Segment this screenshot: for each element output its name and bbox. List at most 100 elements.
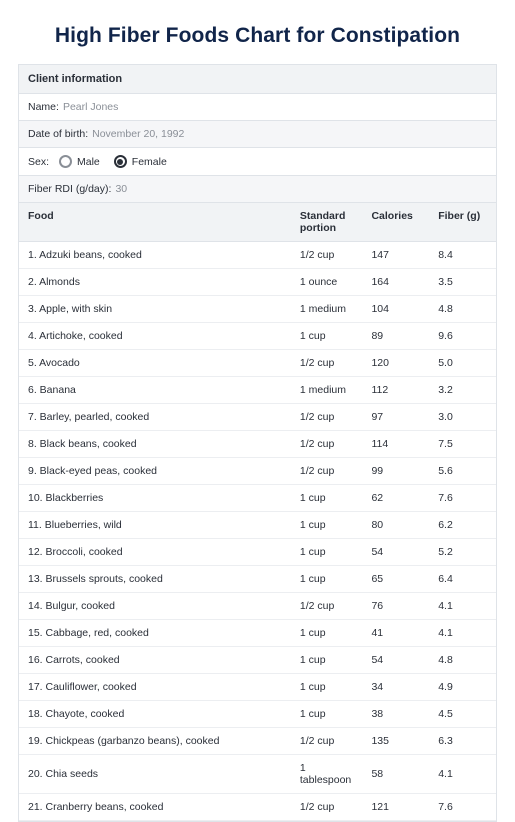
table-row: 16. Carrots, cooked1 cup544.8 <box>19 647 496 674</box>
cell-food: 20. Chia seeds <box>19 755 291 794</box>
cell-calories: 76 <box>362 593 429 620</box>
cell-calories: 120 <box>362 350 429 377</box>
cell-portion: 1/2 cup <box>291 350 363 377</box>
cell-fiber: 7.6 <box>429 485 496 512</box>
cell-portion: 1/2 cup <box>291 593 363 620</box>
cell-food: 10. Blackberries <box>19 485 291 512</box>
cell-portion: 1 cup <box>291 701 363 728</box>
cell-portion: 1/2 cup <box>291 794 363 821</box>
table-row: 12. Broccoli, cooked1 cup545.2 <box>19 539 496 566</box>
radio-dot-icon <box>117 159 123 165</box>
table-row: 13. Brussels sprouts, cooked1 cup656.4 <box>19 566 496 593</box>
sex-label: Sex: <box>28 156 49 168</box>
cell-calories: 97 <box>362 404 429 431</box>
cell-portion: 1 cup <box>291 485 363 512</box>
table-row: 7. Barley, pearled, cooked1/2 cup973.0 <box>19 404 496 431</box>
table-row: 19. Chickpeas (garbanzo beans), cooked1/… <box>19 728 496 755</box>
cell-food: 3. Apple, with skin <box>19 296 291 323</box>
cell-food: 4. Artichoke, cooked <box>19 323 291 350</box>
cell-calories: 89 <box>362 323 429 350</box>
name-value: Pearl Jones <box>63 101 118 113</box>
cell-calories: 62 <box>362 485 429 512</box>
radio-ring-icon <box>59 155 72 168</box>
cell-fiber: 9.6 <box>429 323 496 350</box>
cell-portion: 1/2 cup <box>291 404 363 431</box>
client-sex-row: Sex: Male Female <box>19 148 496 176</box>
cell-calories: 147 <box>362 242 429 269</box>
table-row: 6. Banana1 medium1123.2 <box>19 377 496 404</box>
cell-food: 8. Black beans, cooked <box>19 431 291 458</box>
dob-label: Date of birth: <box>28 128 88 140</box>
cell-fiber: 3.0 <box>429 404 496 431</box>
table-row: 15. Cabbage, red, cooked1 cup414.1 <box>19 620 496 647</box>
cell-portion: 1 medium <box>291 377 363 404</box>
cell-food: 19. Chickpeas (garbanzo beans), cooked <box>19 728 291 755</box>
cell-fiber: 4.1 <box>429 593 496 620</box>
cell-fiber: 5.2 <box>429 539 496 566</box>
cell-fiber: 5.6 <box>429 458 496 485</box>
cell-fiber: 4.8 <box>429 296 496 323</box>
cell-fiber: 4.5 <box>429 701 496 728</box>
table-row: 20. Chia seeds1 tablespoon584.1 <box>19 755 496 794</box>
cell-food: 7. Barley, pearled, cooked <box>19 404 291 431</box>
cell-portion: 1 tablespoon <box>291 755 363 794</box>
cell-fiber: 3.5 <box>429 269 496 296</box>
col-portion: Standard portion <box>291 203 363 242</box>
cell-portion: 1/2 cup <box>291 728 363 755</box>
cell-portion: 1 medium <box>291 296 363 323</box>
cell-fiber: 6.3 <box>429 728 496 755</box>
table-row: 17. Cauliflower, cooked1 cup344.9 <box>19 674 496 701</box>
cell-fiber: 6.4 <box>429 566 496 593</box>
client-rdi-row: Fiber RDI (g/day): 30 <box>19 176 496 203</box>
radio-ring-icon <box>114 155 127 168</box>
sex-male-label: Male <box>77 156 100 168</box>
cell-fiber: 4.1 <box>429 755 496 794</box>
cell-calories: 38 <box>362 701 429 728</box>
sex-radio-female[interactable]: Female <box>114 155 167 168</box>
cell-calories: 54 <box>362 539 429 566</box>
cell-food: 6. Banana <box>19 377 291 404</box>
cell-food: 2. Almonds <box>19 269 291 296</box>
cell-fiber: 7.5 <box>429 431 496 458</box>
cell-food: 17. Cauliflower, cooked <box>19 674 291 701</box>
sex-radio-male[interactable]: Male <box>59 155 100 168</box>
cell-calories: 58 <box>362 755 429 794</box>
cell-food: 15. Cabbage, red, cooked <box>19 620 291 647</box>
cell-portion: 1 cup <box>291 512 363 539</box>
cell-calories: 114 <box>362 431 429 458</box>
dob-value: November 20, 1992 <box>92 128 184 140</box>
table-row: 21. Cranberry beans, cooked1/2 cup1217.6 <box>19 794 496 821</box>
cell-food: 16. Carrots, cooked <box>19 647 291 674</box>
cell-calories: 34 <box>362 674 429 701</box>
cell-calories: 54 <box>362 647 429 674</box>
cell-portion: 1 cup <box>291 539 363 566</box>
cell-calories: 99 <box>362 458 429 485</box>
cell-food: 12. Broccoli, cooked <box>19 539 291 566</box>
cell-food: 13. Brussels sprouts, cooked <box>19 566 291 593</box>
cell-portion: 1 cup <box>291 566 363 593</box>
table-row: 1. Adzuki beans, cooked1/2 cup1478.4 <box>19 242 496 269</box>
col-food: Food <box>19 203 291 242</box>
cell-calories: 80 <box>362 512 429 539</box>
col-fiber: Fiber (g) <box>429 203 496 242</box>
foods-table: Food Standard portion Calories Fiber (g)… <box>19 203 496 821</box>
client-name-row: Name: Pearl Jones <box>19 94 496 121</box>
cell-fiber: 7.6 <box>429 794 496 821</box>
cell-portion: 1/2 cup <box>291 242 363 269</box>
page-title: High Fiber Foods Chart for Constipation <box>18 24 497 48</box>
client-info-heading: Client information <box>19 65 496 94</box>
table-row: 10. Blackberries1 cup627.6 <box>19 485 496 512</box>
table-row: 5. Avocado1/2 cup1205.0 <box>19 350 496 377</box>
cell-calories: 135 <box>362 728 429 755</box>
cell-food: 11. Blueberries, wild <box>19 512 291 539</box>
cell-fiber: 3.2 <box>429 377 496 404</box>
client-info-panel: Client information Name: Pearl Jones Dat… <box>18 64 497 822</box>
cell-fiber: 4.1 <box>429 620 496 647</box>
table-header-row: Food Standard portion Calories Fiber (g) <box>19 203 496 242</box>
cell-portion: 1 cup <box>291 323 363 350</box>
cell-portion: 1/2 cup <box>291 431 363 458</box>
cell-food: 21. Cranberry beans, cooked <box>19 794 291 821</box>
sex-female-label: Female <box>132 156 167 168</box>
cell-calories: 112 <box>362 377 429 404</box>
cell-portion: 1 cup <box>291 620 363 647</box>
